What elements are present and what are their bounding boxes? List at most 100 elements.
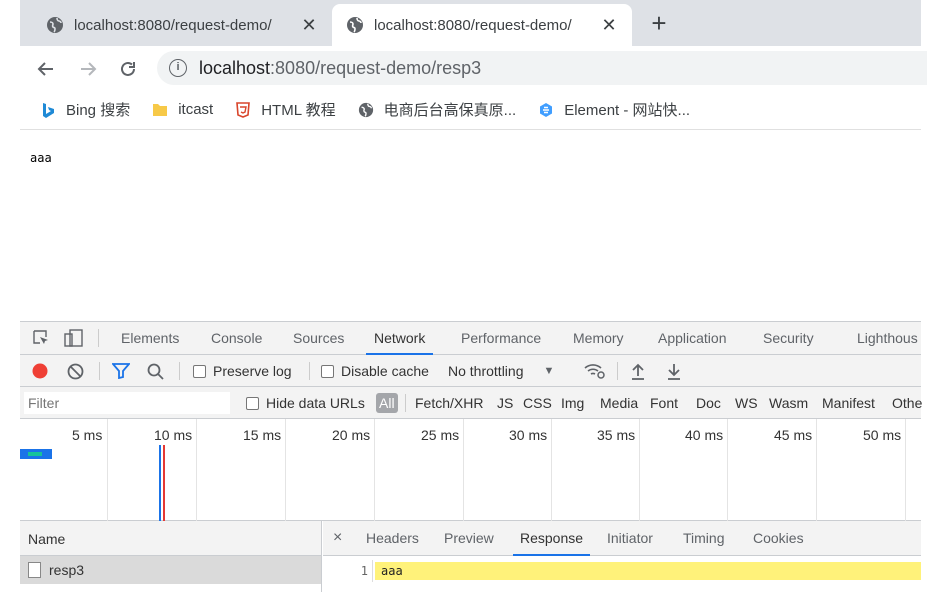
separator bbox=[309, 362, 310, 380]
network-overview-timeline[interactable]: 5 ms 10 ms 15 ms 20 ms 25 ms 30 ms 35 ms… bbox=[20, 419, 921, 521]
timeline-tick-label: 30 ms bbox=[509, 427, 548, 443]
browser-toolbar: i localhost:8080/request-demo/resp3 bbox=[20, 46, 927, 90]
timeline-tick-label: 50 ms bbox=[863, 427, 902, 443]
checkbox-box[interactable] bbox=[246, 396, 259, 410]
checkbox-box[interactable] bbox=[193, 364, 206, 378]
inspect-element-icon[interactable] bbox=[32, 329, 50, 347]
tab-security[interactable]: Security bbox=[763, 322, 814, 355]
bookmark-bing[interactable]: Bing 搜索 bbox=[40, 99, 130, 120]
clear-icon[interactable] bbox=[67, 355, 84, 387]
timeline-tick-label: 20 ms bbox=[332, 427, 371, 443]
bookmark-itcast[interactable]: itcast bbox=[152, 101, 213, 118]
bookmarks-bar: Bing 搜索 itcast HTML 教程 电商后台高保真原... Eleme… bbox=[20, 90, 921, 130]
dom-content-loaded-line bbox=[159, 445, 161, 521]
bookmark-label: itcast bbox=[178, 101, 214, 118]
filter-icon[interactable] bbox=[112, 355, 130, 387]
filter-type-ws[interactable]: WS bbox=[735, 387, 758, 419]
filter-type-other[interactable]: Othe bbox=[892, 387, 922, 419]
filter-input[interactable] bbox=[24, 392, 230, 414]
filter-type-fetch-xhr[interactable]: Fetch/XHR bbox=[415, 387, 483, 419]
request-name: resp3 bbox=[49, 562, 85, 578]
timeline-tick-label: 40 ms bbox=[685, 427, 724, 443]
column-header-name[interactable]: Name bbox=[20, 521, 321, 556]
detail-tabbar: × Headers Preview Response Initiator Tim… bbox=[323, 521, 921, 556]
separator bbox=[617, 362, 618, 380]
close-tab-icon[interactable]: ✕ bbox=[600, 15, 618, 36]
record-icon[interactable] bbox=[32, 355, 48, 387]
tab-application[interactable]: Application bbox=[658, 322, 727, 355]
address-bar[interactable]: i localhost:8080/request-demo/resp3 bbox=[157, 51, 927, 85]
tab-headers[interactable]: Headers bbox=[366, 521, 419, 556]
bookmark-ecommerce[interactable]: 电商后台高保真原... bbox=[358, 99, 516, 120]
filter-type-img[interactable]: Img bbox=[561, 387, 584, 419]
tab-timing[interactable]: Timing bbox=[683, 521, 725, 556]
hide-data-urls-label: Hide data URLs bbox=[266, 395, 365, 411]
tab-performance[interactable]: Performance bbox=[461, 322, 541, 355]
reload-icon[interactable] bbox=[114, 55, 142, 83]
bookmark-element[interactable]: Element - 网站快... bbox=[538, 99, 690, 120]
dropdown-caret-icon: ▼ bbox=[543, 365, 555, 377]
separator bbox=[179, 362, 180, 380]
tab-console[interactable]: Console bbox=[211, 322, 262, 355]
device-toolbar-icon[interactable] bbox=[64, 329, 83, 347]
page-body-text: aaa bbox=[30, 151, 52, 165]
back-icon[interactable] bbox=[32, 55, 60, 83]
devtools-panel: Elements Console Sources Network Perform… bbox=[20, 321, 922, 592]
separator bbox=[98, 329, 99, 347]
tab-elements[interactable]: Elements bbox=[121, 322, 179, 355]
filter-type-doc[interactable]: Doc bbox=[696, 387, 721, 419]
globe-icon bbox=[46, 16, 64, 34]
browser-tab-1[interactable]: localhost:8080/request-demo/ ✕ bbox=[32, 4, 332, 46]
request-row[interactable]: resp3 bbox=[20, 556, 321, 584]
filter-type-media[interactable]: Media bbox=[600, 387, 638, 419]
filter-type-css[interactable]: CSS bbox=[523, 387, 552, 419]
disable-cache-checkbox[interactable]: Disable cache bbox=[321, 355, 429, 387]
filter-type-all[interactable]: All bbox=[376, 393, 398, 413]
forward-icon[interactable] bbox=[74, 55, 102, 83]
filter-type-js[interactable]: JS bbox=[497, 387, 513, 419]
info-icon[interactable]: i bbox=[169, 59, 187, 77]
tab-sources[interactable]: Sources bbox=[293, 322, 344, 355]
tab-network[interactable]: Network bbox=[366, 322, 434, 355]
filter-type-font[interactable]: Font bbox=[650, 387, 678, 419]
import-har-icon[interactable] bbox=[630, 355, 646, 387]
tab-preview[interactable]: Preview bbox=[444, 521, 494, 556]
close-tab-icon[interactable]: ✕ bbox=[300, 15, 318, 36]
throttling-value: No throttling bbox=[448, 363, 524, 379]
folder-icon bbox=[152, 102, 168, 118]
document-icon bbox=[28, 562, 41, 578]
search-icon[interactable] bbox=[147, 355, 164, 387]
url-host: localhost bbox=[199, 57, 271, 78]
response-code-line: 1 aaa bbox=[323, 560, 921, 582]
preserve-log-label: Preserve log bbox=[213, 363, 292, 379]
bookmark-html-tutorial[interactable]: HTML 教程 bbox=[235, 99, 336, 120]
globe-icon bbox=[358, 102, 374, 118]
tab-memory[interactable]: Memory bbox=[573, 322, 624, 355]
timeline-tick-label: 35 ms bbox=[597, 427, 636, 443]
browser-tab-title: localhost:8080/request-demo/ bbox=[374, 16, 572, 34]
tab-lighthouse[interactable]: Lighthous bbox=[857, 322, 918, 355]
timeline-tick-label: 10 ms bbox=[154, 427, 193, 443]
separator bbox=[99, 362, 100, 380]
element-icon bbox=[538, 102, 554, 118]
bookmark-label: Bing 搜索 bbox=[66, 102, 131, 119]
response-text[interactable]: aaa bbox=[375, 562, 921, 580]
throttling-select[interactable]: No throttling ▼ bbox=[448, 355, 554, 387]
export-har-icon[interactable] bbox=[666, 355, 682, 387]
tab-cookies[interactable]: Cookies bbox=[753, 521, 804, 556]
tab-response[interactable]: Response bbox=[513, 521, 591, 556]
url-path: :8080/request-demo/resp3 bbox=[270, 57, 482, 78]
tab-initiator[interactable]: Initiator bbox=[607, 521, 653, 556]
filter-type-manifest[interactable]: Manifest bbox=[822, 387, 875, 419]
preserve-log-checkbox[interactable]: Preserve log bbox=[193, 355, 292, 387]
separator bbox=[405, 394, 406, 412]
browser-tab-2[interactable]: localhost:8080/request-demo/ ✕ bbox=[332, 4, 632, 46]
disable-cache-label: Disable cache bbox=[341, 363, 429, 379]
close-detail-button[interactable]: × bbox=[333, 521, 342, 556]
filter-type-wasm[interactable]: Wasm bbox=[769, 387, 808, 419]
checkbox-box[interactable] bbox=[321, 364, 334, 378]
hide-data-urls-checkbox[interactable]: Hide data URLs bbox=[246, 387, 365, 419]
new-tab-button[interactable]: + bbox=[645, 10, 673, 38]
load-event-line bbox=[163, 445, 165, 521]
network-conditions-icon[interactable] bbox=[584, 355, 606, 387]
